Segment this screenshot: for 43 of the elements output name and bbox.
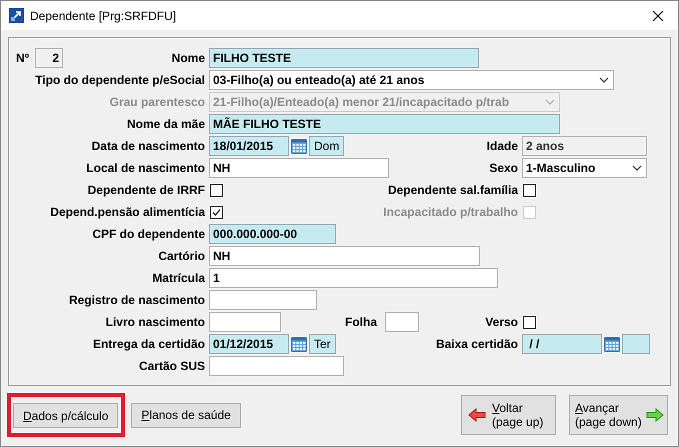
field-label: Verso <box>485 315 518 329</box>
input-field[interactable]: NH <box>209 158 389 178</box>
dropdown[interactable]: 1-Masculino <box>522 158 647 178</box>
action-button[interactable]: Planos de saúde <box>131 402 241 428</box>
field-label: Dependente sal.família <box>388 183 518 197</box>
input-field[interactable]: FILHO TESTE <box>209 48 479 68</box>
window-title: Dependente [Prg:SRFDFU] <box>30 8 178 22</box>
date-field[interactable]: / / <box>522 334 602 354</box>
number-field[interactable]: 2 <box>35 48 64 68</box>
field-label: Cartório <box>158 249 205 263</box>
field-label: Dependente de IRRF <box>88 183 205 197</box>
field-label: Data de nascimento <box>92 139 205 153</box>
date-field[interactable]: 01/12/2015 <box>209 334 289 354</box>
input-field[interactable]: MÃE FILHO TESTE <box>209 114 560 134</box>
field-label: CPF do dependente <box>92 227 205 241</box>
field-label: Entrega da certidão <box>92 337 205 351</box>
field-label: Incapacitado p/trabalho <box>383 205 518 219</box>
back-button[interactable]: Voltar (page up) <box>461 395 556 435</box>
field-label: Folha <box>345 315 377 329</box>
field-label: Nº <box>16 51 30 65</box>
field-label: Livro nascimento <box>106 315 205 329</box>
weekday-field: Dom <box>309 136 344 156</box>
action-button[interactable]: Dados p/cálculo <box>13 403 118 428</box>
field-label: Depend.pensão alimentícia <box>50 205 205 219</box>
field-label: Tipo do dependente p/eSocial <box>35 73 205 87</box>
date-field[interactable]: 18/01/2015 <box>209 136 289 156</box>
input-field[interactable]: 2 anos <box>522 136 647 156</box>
field-label: Idade <box>486 139 518 153</box>
weekday-field: Ter <box>309 334 336 354</box>
field-label: Sexo <box>489 161 518 175</box>
field-label: Nome da mãe <box>126 117 205 131</box>
field-label: Matrícula <box>152 271 205 285</box>
input-field[interactable]: NH <box>209 246 480 266</box>
field-label: Registro de nascimento <box>68 293 205 307</box>
field-label: Baixa certidão <box>436 337 518 351</box>
dropdown[interactable]: 03-Filho(a) ou enteado(a) até 21 anos <box>209 70 614 90</box>
field-label: Local de nascimento <box>86 161 205 175</box>
input-field[interactable]: 000.000.000-00 <box>209 224 336 244</box>
next-button[interactable]: Avançar (page down) <box>569 395 668 435</box>
field-label: Cartão SUS <box>138 359 205 373</box>
field-label: Nome <box>172 51 205 65</box>
field-label: Grau parentesco <box>110 95 205 109</box>
input-field[interactable]: 1 <box>209 268 498 288</box>
